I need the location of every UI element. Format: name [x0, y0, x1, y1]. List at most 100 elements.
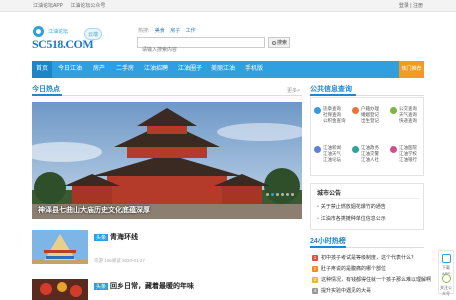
logo-text: SC518.COM [32, 37, 94, 51]
query-cell-6[interactable]: 江油医院 江油学校 江油银行 [387, 141, 425, 167]
query-cell-line: 江油论坛 [323, 157, 341, 162]
tag-food[interactable]: 美食 [155, 28, 165, 34]
news-title-1[interactable]: 头条 青海环线 [94, 232, 138, 242]
cloud-badge: 云端 [84, 28, 102, 40]
news-thumb-1[interactable] [32, 230, 88, 264]
query-cell-text: 江油新闻 江油天气 江油论坛 [323, 145, 341, 163]
rank-badge: 3 [312, 277, 318, 283]
news-tag-2: 头条 [94, 282, 109, 290]
hero-slideshow[interactable]: 神泽县七曲山大庙历史文化底蕴深厚 [32, 102, 302, 219]
news-title-2[interactable]: 头条 回乡日常，藏着最暖的年味 [94, 281, 194, 291]
query-grid: 违章查询 社保查询 公积金查询 户籍办理 婚姻登记 出生登记 公交查询 天气查询 快递查询江油新… [310, 97, 424, 176]
hot-item-text: 提升实验中遇见的大哥 [321, 288, 372, 294]
query-cell-icon [390, 107, 397, 114]
tag-house[interactable]: 房子 [170, 28, 180, 34]
slide-dots [264, 183, 294, 201]
nav-item-jobs[interactable]: 江油招聘 [144, 61, 168, 78]
search-input[interactable] [138, 45, 264, 55]
nav-item-mobile[interactable]: 手机版 [245, 61, 263, 78]
nav-item-second-hand[interactable]: 二手房 [116, 61, 134, 78]
today-divider [32, 95, 302, 96]
query-cell-2[interactable]: 户籍办理 婚姻登记 出生登记 [349, 102, 387, 128]
slide-dot[interactable] [271, 193, 274, 196]
query-cell-line: 出生登记 [361, 118, 379, 123]
slide-dot[interactable] [281, 193, 284, 196]
auth-separator: | [410, 3, 412, 9]
notice-item-2[interactable]: 江油市各类摊种单位信息公示 [317, 215, 386, 222]
slide-dot[interactable] [276, 193, 279, 196]
nav-item-beauty[interactable]: 美丽江油 [211, 61, 235, 78]
site-logo[interactable]: 江油论坛 SC518.COM [32, 26, 94, 51]
today-section-title: 今日热点 [32, 86, 60, 93]
query-cell-icon [390, 146, 397, 153]
today-underline [32, 94, 62, 96]
search-icon [272, 40, 276, 45]
stupa-photo [32, 230, 88, 264]
rank-badge: 2 [312, 266, 318, 272]
hot-search-label: 热搜: [138, 28, 150, 34]
query-cell-icon [352, 146, 359, 153]
notice-panel: 城市公告 关于禁止燃放烟花爆竹的通告 江油市各类摊种单位信息公示 [310, 183, 424, 230]
query-cell-line: 江油银行 [399, 157, 417, 162]
hot-item-4[interactable]: 4 提升实验中遇见的大哥 [312, 287, 371, 294]
rank-badge: 4 [312, 288, 318, 294]
query-cell-icon [314, 107, 321, 114]
search-box [137, 37, 265, 55]
news-thumb-2[interactable] [32, 279, 88, 300]
hot-item-2[interactable]: 2 肚子疼说的是腹痛的哪个部位 [312, 265, 386, 272]
query-cell-text: 违章查询 社保查询 公积金查询 [323, 106, 346, 124]
nav-item-today[interactable]: 今日江油 [58, 61, 82, 78]
hot-item-text: 初中孩子考试是等级制度，这个代表什么？ [321, 255, 417, 261]
app-link[interactable]: 江油论坛APP [33, 3, 63, 9]
nav-item-circle[interactable]: 江油圈子 [178, 61, 202, 78]
nav-item-home[interactable]: 首页 [32, 61, 52, 78]
news-tag-1: 头条 [94, 233, 109, 241]
temple-photo [32, 102, 302, 219]
slide-caption: 神泽县七曲山大庙历史文化底蕴深厚 [38, 207, 150, 214]
wechat-icon[interactable] [442, 274, 451, 283]
main-nav: 首页 今日江油 房产 二手房 江油招聘 江油圈子 美丽江油 手机版 热门推荐 [32, 61, 424, 78]
hot-item-3[interactable]: 3 这种情况，有钱都得住就一个孩子那么难以理解啊 [312, 276, 431, 283]
logo-mark-icon [33, 26, 44, 37]
notice-divider [317, 198, 419, 199]
slide-dot[interactable] [291, 193, 294, 196]
query-cell-line: 快递查询 [399, 118, 417, 123]
tag-job[interactable]: 工作 [186, 28, 196, 34]
query-cell-text: 江油政务 江油交警 江油人社 [361, 145, 379, 163]
hot24-section-title: 24小时热榜 [310, 238, 346, 245]
app-qr-icon[interactable] [442, 254, 451, 263]
query-cell-text: 公交查询 天气查询 快递查询 [399, 106, 417, 124]
today-more-link[interactable]: 更多> [287, 87, 300, 94]
follow-wechat-label[interactable]: 关注公众号 [439, 285, 453, 297]
slide-dot[interactable] [266, 193, 269, 196]
query-underline [310, 94, 356, 96]
logo-subtitle: 江油论坛 [48, 29, 69, 35]
hot-item-1[interactable]: 1 初中孩子考试是等级制度，这个代表什么？ [312, 254, 416, 261]
query-cell-1[interactable]: 违章查询 社保查询 公积金查询 [311, 102, 349, 128]
top-links: 江油论坛APP 江油论坛公众号 [33, 2, 111, 9]
news-title-text-2: 回乡日常，藏着最暖的年味 [110, 283, 195, 290]
hot-item-text: 这种情况，有钱都得住就一个孩子那么难以理解啊 [321, 277, 432, 283]
news-meta-1: 鸟游 106阅读 2020-01-27 [94, 258, 146, 263]
login-link[interactable]: 登录 [399, 3, 409, 9]
top-bar: 江油论坛APP 江油论坛公众号 登录 | 注册 [0, 0, 456, 12]
notice-title: 城市公告 [317, 191, 342, 197]
query-cell-4[interactable]: 江油新闻 江油天气 江油论坛 [311, 141, 349, 167]
cloud-label: 云端 [88, 32, 99, 38]
register-link[interactable]: 注册 [413, 3, 423, 9]
search-button[interactable]: 搜索 [268, 37, 290, 48]
query-cell-3[interactable]: 公交查询 天气查询 快递查询 [387, 102, 425, 128]
hot-search-tags: 热搜: 美食 房子 工作 [138, 27, 196, 34]
query-cell-5[interactable]: 江油政务 江油交警 江油人社 [349, 141, 387, 167]
query-cell-line: 江油人社 [361, 157, 379, 162]
wechat-link[interactable]: 江油论坛公众号 [70, 3, 105, 9]
query-cell-icon [352, 107, 359, 114]
slide-dot[interactable] [286, 193, 289, 196]
floating-sidebar: 下载APP 关注公众号 [438, 250, 454, 297]
query-cell-text: 户籍办理 婚姻登记 出生登记 [361, 106, 379, 124]
hot-item-text: 肚子疼说的是腹痛的哪个部位 [321, 266, 387, 272]
hot-recommend-button[interactable]: 热门推荐 [399, 61, 424, 78]
notice-item-1[interactable]: 关于禁止燃放烟花爆竹的通告 [317, 203, 386, 210]
nav-item-house[interactable]: 房产 [93, 61, 105, 78]
hot24-underline [310, 246, 346, 248]
